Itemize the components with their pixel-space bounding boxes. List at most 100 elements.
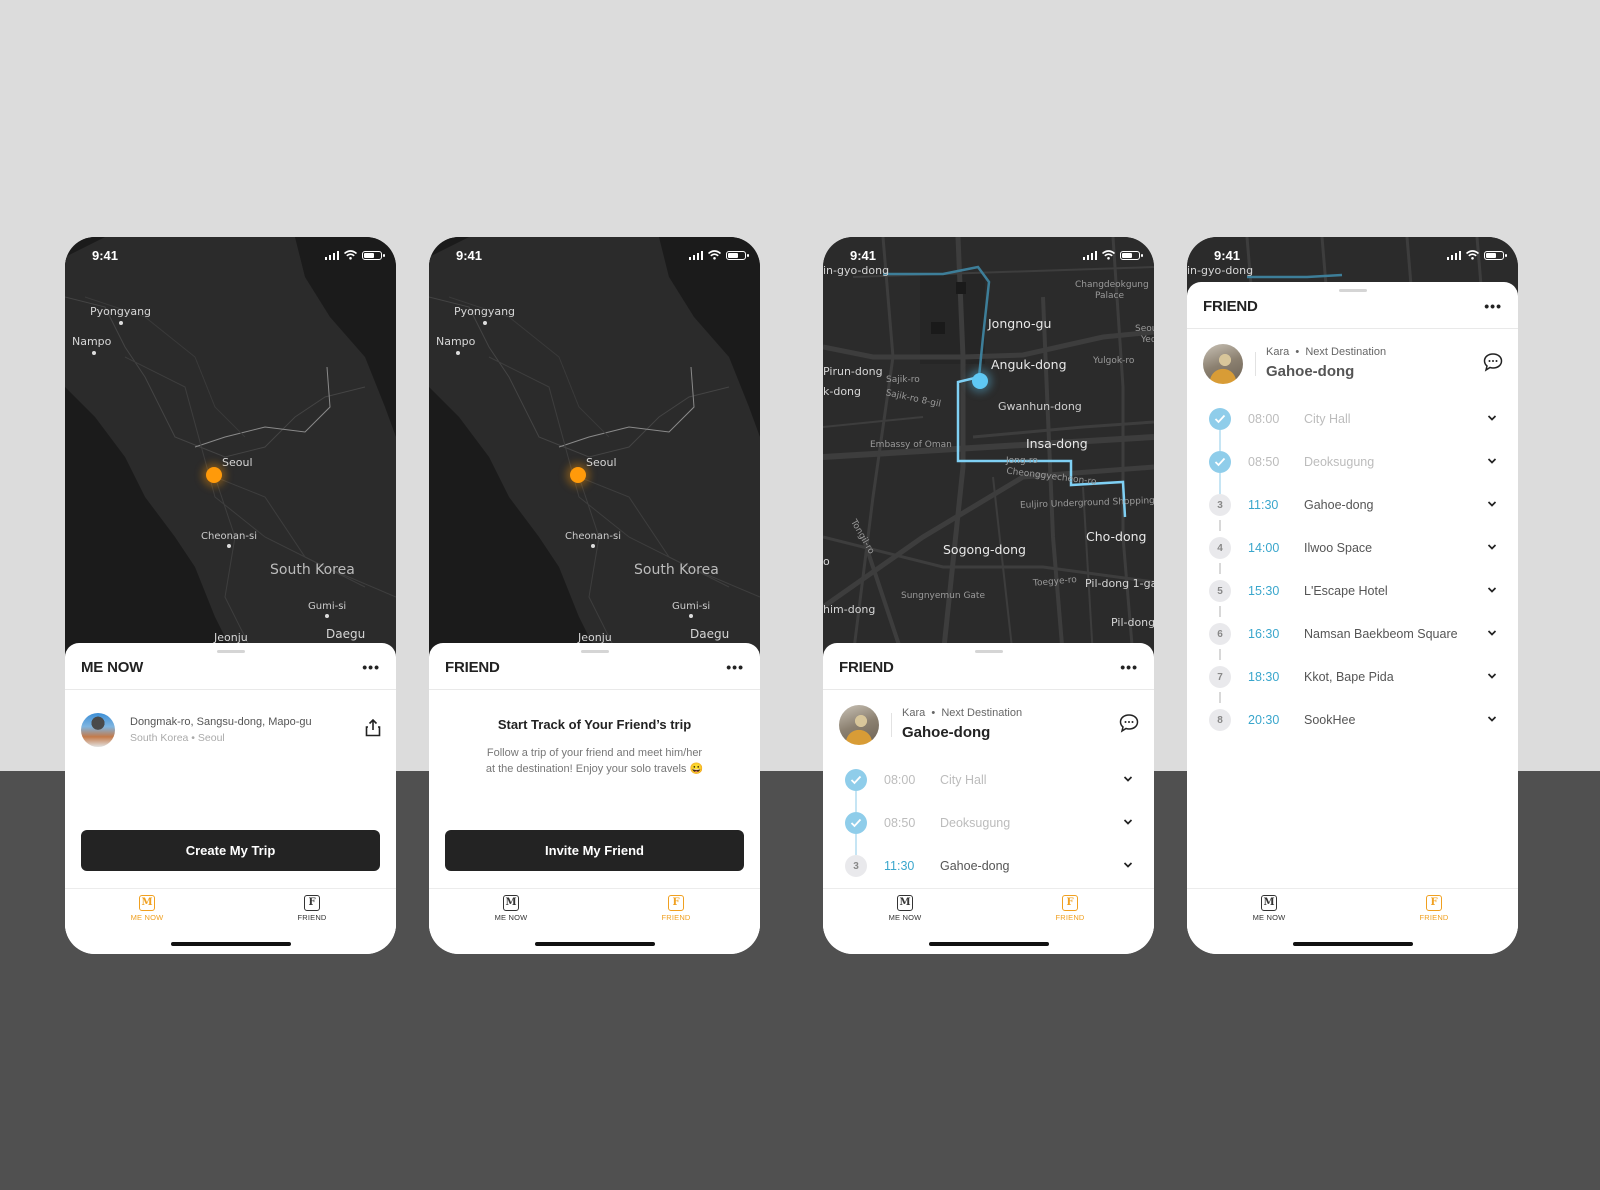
tab-me-now[interactable]: M ME NOW — [471, 895, 551, 922]
friend-location-marker[interactable] — [972, 373, 988, 389]
next-destination: Gahoe-dong — [1266, 363, 1355, 380]
itinerary-time: 08:00 — [1248, 412, 1280, 426]
chevron-down-icon[interactable] — [1487, 628, 1497, 638]
my-location-marker[interactable] — [206, 467, 222, 483]
status-bar: 9:41 — [65, 237, 396, 277]
itinerary-item[interactable]: 4 14:00 Ilwoo Space — [1203, 535, 1503, 561]
chevron-down-icon[interactable] — [1487, 542, 1497, 552]
map-label-gwanhun: Gwanhun-dong — [998, 400, 1082, 413]
sheet-title: FRIEND — [1203, 298, 1258, 315]
more-options-icon[interactable]: ••• — [362, 659, 380, 675]
itinerary-place: SookHee — [1304, 713, 1356, 727]
m-square-icon: M — [503, 895, 519, 911]
sheet-title: FRIEND — [445, 659, 500, 676]
map-label-jongno: Jongno-gu — [988, 316, 1052, 331]
chevron-down-icon[interactable] — [1123, 860, 1133, 870]
tab-friend[interactable]: F FRIEND — [636, 895, 716, 922]
avatar — [81, 713, 115, 747]
itinerary-time: 18:30 — [1248, 670, 1280, 684]
itinerary-item[interactable]: 6 16:30 Namsan Baekbeom Square — [1203, 621, 1503, 647]
phone-friend-tracking: in-gyo-dong Changdeokgung Palace Seoul N… — [823, 237, 1154, 954]
status-time: 9:41 — [1214, 248, 1241, 263]
tab-friend[interactable]: F FRIEND — [1394, 895, 1474, 922]
tab-label: FRIEND — [297, 913, 327, 922]
create-my-trip-button[interactable]: Create My Trip — [81, 830, 380, 871]
city-map[interactable]: in-gyo-dong Changdeokgung Palace Seoul N… — [823, 237, 1154, 657]
tab-label: FRIEND — [1055, 913, 1085, 922]
m-square-icon: M — [139, 895, 155, 911]
tab-friend[interactable]: F FRIEND — [1030, 895, 1110, 922]
chevron-down-icon[interactable] — [1487, 456, 1497, 466]
tab-label: FRIEND — [661, 913, 691, 922]
timeline-connector — [855, 834, 857, 855]
share-icon[interactable] — [365, 719, 381, 737]
f-square-icon: F — [304, 895, 320, 911]
friend-summary: Kara • Next Destination Gahoe-dong — [1203, 344, 1503, 384]
more-options-icon[interactable]: ••• — [1484, 298, 1502, 314]
itinerary-item[interactable]: 08:50 Deoksugung — [839, 810, 1139, 836]
chevron-down-icon[interactable] — [1487, 714, 1497, 724]
signal-icon — [324, 250, 339, 260]
step-number: 5 — [1209, 580, 1231, 602]
itinerary-time: 08:50 — [1248, 455, 1280, 469]
itinerary-place: City Hall — [940, 773, 987, 787]
country-map[interactable]: Pyongyang Nampo Seoul Cheonan-si South K… — [65, 237, 396, 657]
friend-meta: Kara • Next Destination — [1266, 346, 1386, 358]
chevron-down-icon[interactable] — [1487, 585, 1497, 595]
map-marker — [92, 351, 96, 355]
map-label-cheonan: Cheonan-si — [565, 531, 621, 542]
sheet-title: ME NOW — [81, 659, 144, 676]
chevron-down-icon[interactable] — [1123, 774, 1133, 784]
friend-avatar — [839, 705, 879, 745]
itinerary-item[interactable]: 08:00 City Hall — [1203, 406, 1503, 432]
itinerary-item[interactable]: 8 20:30 SookHee — [1203, 707, 1503, 733]
more-options-icon[interactable]: ••• — [726, 659, 744, 675]
chat-icon[interactable] — [1119, 713, 1139, 733]
home-indicator[interactable] — [534, 942, 655, 946]
map-label-sungnyemun: Sungnyemun Gate — [901, 591, 985, 601]
map-label-south-korea: South Korea — [634, 562, 719, 578]
itinerary-item[interactable]: 08:50 Deoksugung — [1203, 449, 1503, 475]
m-square-icon: M — [897, 895, 913, 911]
tab-friend[interactable]: F FRIEND — [272, 895, 352, 922]
home-indicator[interactable] — [928, 942, 1049, 946]
itinerary-item[interactable]: 5 15:30 L'Escape Hotel — [1203, 578, 1503, 604]
tab-me-now[interactable]: M ME NOW — [1229, 895, 1309, 922]
wifi-icon — [344, 250, 357, 260]
chat-icon[interactable] — [1483, 352, 1503, 372]
tab-label: FRIEND — [1419, 913, 1449, 922]
itinerary-place: Gahoe-dong — [940, 859, 1010, 873]
home-indicator[interactable] — [1292, 942, 1413, 946]
tab-me-now[interactable]: M ME NOW — [865, 895, 945, 922]
my-location-marker[interactable] — [570, 467, 586, 483]
country-map-graphic — [65, 237, 396, 657]
country-map[interactable]: Pyongyang Nampo Seoul Cheonan-si South K… — [429, 237, 760, 657]
status-time: 9:41 — [850, 248, 877, 263]
chevron-down-icon[interactable] — [1487, 671, 1497, 681]
check-icon — [1209, 408, 1231, 430]
itinerary-item[interactable]: 7 18:30 Kkot, Bape Pida — [1203, 664, 1503, 690]
itinerary-item[interactable]: 08:00 City Hall — [839, 767, 1139, 793]
chevron-down-icon[interactable] — [1487, 499, 1497, 509]
map-marker — [483, 321, 487, 325]
itinerary-item[interactable]: 3 11:30 Gahoe-dong — [839, 853, 1139, 879]
tab-bar: M ME NOW F FRIEND — [65, 888, 396, 948]
more-options-icon[interactable]: ••• — [1120, 659, 1138, 675]
itinerary-time: 08:50 — [884, 816, 916, 830]
timeline-connector — [1219, 649, 1221, 660]
home-indicator[interactable] — [170, 942, 291, 946]
invite-my-friend-button[interactable]: Invite My Friend — [445, 830, 744, 871]
map-label-pyongyang: Pyongyang — [454, 305, 516, 318]
chevron-down-icon[interactable] — [1123, 817, 1133, 827]
tab-me-now[interactable]: M ME NOW — [107, 895, 187, 922]
phone-me-now: Pyongyang Nampo Seoul Cheonan-si South K… — [65, 237, 396, 954]
chevron-down-icon[interactable] — [1487, 413, 1497, 423]
next-destination: Gahoe-dong — [902, 724, 991, 741]
friend-avatar — [1203, 344, 1243, 384]
map-label-anguk: Anguk-dong — [991, 357, 1067, 372]
itinerary-place: Ilwoo Space — [1304, 541, 1373, 555]
status-bar: 9:41 — [1187, 237, 1518, 277]
itinerary-item[interactable]: 3 11:30 Gahoe-dong — [1203, 492, 1503, 518]
status-time: 9:41 — [456, 248, 483, 263]
country-map-graphic — [429, 237, 760, 657]
